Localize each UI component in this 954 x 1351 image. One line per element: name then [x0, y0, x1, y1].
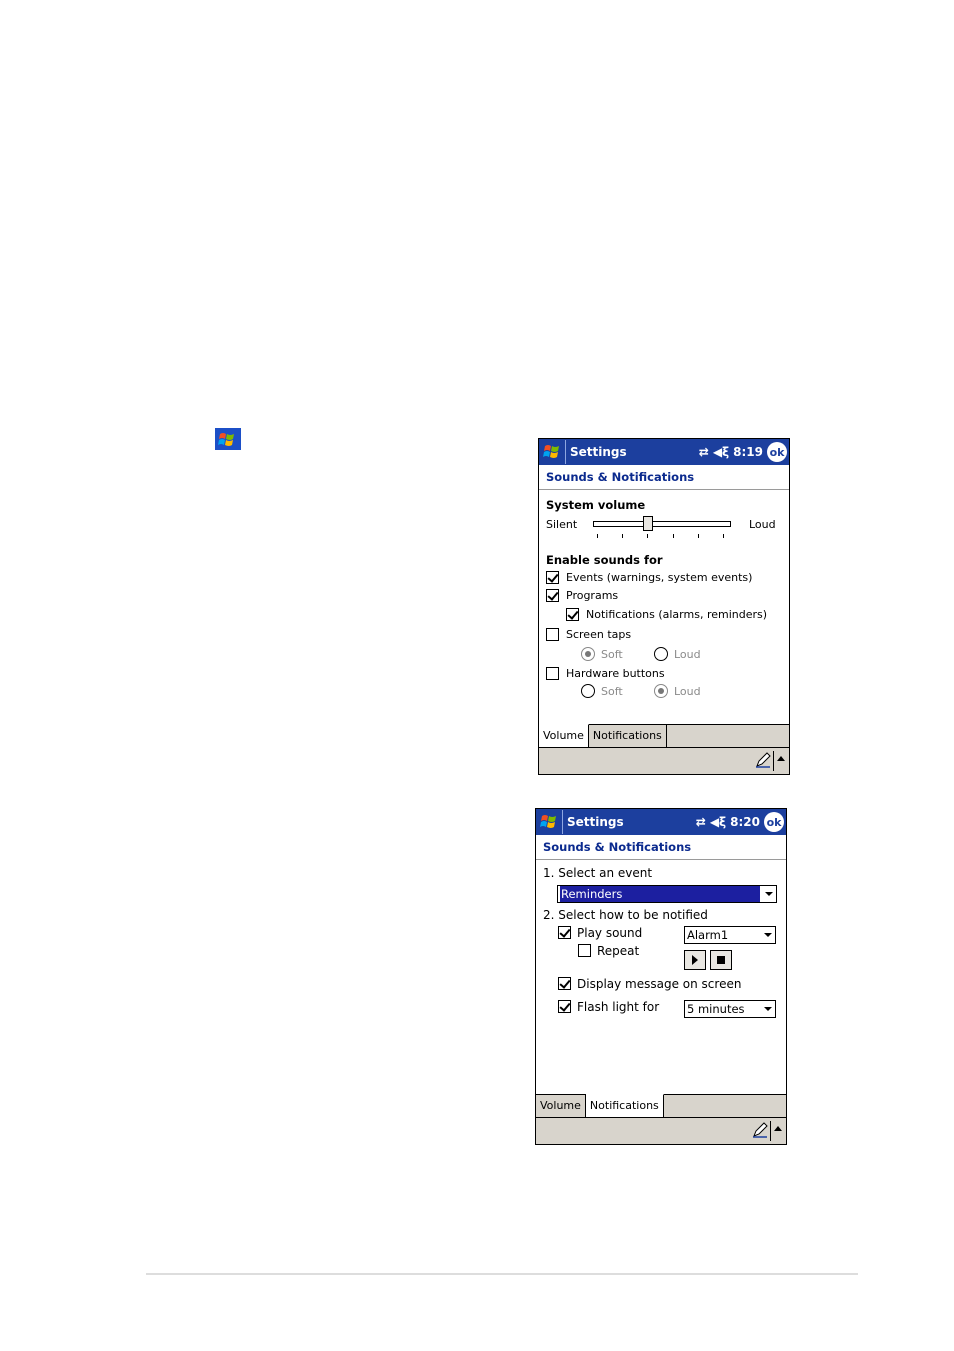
- play-sound-label: Play sound: [577, 926, 643, 940]
- input-panel-arrow-icon[interactable]: [777, 756, 785, 761]
- silent-label: Silent: [546, 518, 578, 531]
- windows-flag-icon: [540, 815, 556, 828]
- chevron-down-icon: [761, 1001, 775, 1017]
- pocketpc-screen-notifications: Settings ⇄ ◀ξ 8:20 ok Sounds & Notificat…: [535, 808, 787, 1145]
- hardware-buttons-label: Hardware buttons: [566, 667, 665, 680]
- play-icon: [692, 955, 698, 965]
- loud-label: Loud: [749, 518, 776, 531]
- screen-taps-soft-radio[interactable]: [581, 647, 595, 661]
- volume-ticks: [597, 534, 727, 538]
- input-panel-pen-icon[interactable]: [755, 752, 771, 768]
- start-button[interactable]: [541, 440, 566, 464]
- step1-label: 1. Select an event: [543, 866, 653, 880]
- notifications-label: Notifications (alarms, reminders): [586, 608, 768, 621]
- tab-strip: Volume Notifications: [539, 724, 789, 747]
- tab-volume[interactable]: Volume: [536, 1095, 586, 1117]
- screen-taps-loud-label: Loud: [674, 648, 701, 661]
- app-title: Settings: [570, 445, 627, 459]
- speaker-muted-icon[interactable]: ◀ξ: [710, 815, 726, 829]
- app-title: Settings: [567, 815, 624, 829]
- events-checkbox[interactable]: [546, 571, 559, 584]
- clock[interactable]: 8:19: [733, 445, 763, 459]
- start-button[interactable]: [538, 810, 563, 834]
- screen-taps-soft-label: Soft: [601, 648, 623, 661]
- sound-select-value: Alarm1: [687, 928, 729, 942]
- repeat-label: Repeat: [597, 944, 640, 958]
- hardware-buttons-checkbox[interactable]: [546, 667, 559, 680]
- stop-icon: [717, 956, 725, 964]
- screen-taps-checkbox[interactable]: [546, 628, 559, 641]
- footer-divider: [146, 1273, 858, 1275]
- ok-button[interactable]: ok: [767, 442, 787, 462]
- events-label: Events (warnings, system events): [566, 571, 753, 584]
- chevron-down-icon: [761, 927, 775, 943]
- input-panel-pen-icon[interactable]: [752, 1122, 768, 1138]
- input-panel-arrow-icon[interactable]: [774, 1126, 782, 1131]
- tab-volume[interactable]: Volume: [539, 724, 589, 747]
- notifications-checkbox[interactable]: [566, 608, 579, 621]
- title-bar: Settings ⇄ ◀ξ 8:20 ok: [536, 809, 786, 835]
- event-select-value: Reminders: [560, 886, 760, 902]
- title-bar: Settings ⇄ ◀ξ 8:19 ok: [539, 439, 789, 465]
- hardware-loud-label: Loud: [674, 685, 701, 698]
- display-message-checkbox[interactable]: [558, 977, 571, 990]
- enable-sounds-heading: Enable sounds for: [546, 553, 663, 567]
- flash-light-checkbox[interactable]: [558, 1000, 571, 1013]
- windows-start-icon: [215, 428, 241, 450]
- step2-label: 2. Select how to be notified: [543, 908, 708, 922]
- volume-slider-track[interactable]: [593, 521, 731, 527]
- programs-checkbox[interactable]: [546, 589, 559, 602]
- clock[interactable]: 8:20: [730, 815, 760, 829]
- hardware-loud-radio[interactable]: [654, 684, 668, 698]
- repeat-checkbox[interactable]: [578, 944, 591, 957]
- flash-duration-value: 5 minutes: [687, 1002, 745, 1016]
- chevron-down-icon: [762, 886, 776, 902]
- speaker-muted-icon[interactable]: ◀ξ: [713, 445, 729, 459]
- flash-light-label: Flash light for: [577, 1000, 660, 1014]
- menu-bar: [539, 747, 789, 774]
- stop-button[interactable]: [710, 950, 732, 970]
- ok-button[interactable]: ok: [764, 812, 784, 832]
- flash-duration-select[interactable]: 5 minutes: [684, 1000, 776, 1018]
- tab-strip: Volume Notifications: [536, 1094, 786, 1117]
- connectivity-icon[interactable]: ⇄: [696, 815, 706, 829]
- hardware-soft-radio[interactable]: [581, 684, 595, 698]
- play-button[interactable]: [684, 950, 706, 970]
- page-subtitle: Sounds & Notifications: [536, 835, 786, 860]
- programs-label: Programs: [566, 589, 619, 602]
- hardware-soft-label: Soft: [601, 685, 623, 698]
- play-sound-checkbox[interactable]: [558, 926, 571, 939]
- connectivity-icon[interactable]: ⇄: [699, 445, 709, 459]
- volume-slider-thumb[interactable]: [643, 516, 654, 531]
- system-volume-heading: System volume: [546, 498, 646, 512]
- sound-select[interactable]: Alarm1: [684, 926, 776, 944]
- tab-notifications[interactable]: Notifications: [588, 725, 667, 747]
- event-select[interactable]: Reminders: [557, 885, 777, 903]
- tab-notifications[interactable]: Notifications: [585, 1094, 664, 1117]
- pocketpc-screen-volume: Settings ⇄ ◀ξ 8:19 ok Sounds & Notificat…: [538, 438, 790, 775]
- windows-flag-icon: [543, 445, 559, 458]
- screen-taps-label: Screen taps: [566, 628, 632, 641]
- display-message-label: Display message on screen: [577, 977, 742, 991]
- screen-taps-loud-radio[interactable]: [654, 647, 668, 661]
- page-subtitle: Sounds & Notifications: [539, 465, 789, 490]
- menu-bar: [536, 1117, 786, 1144]
